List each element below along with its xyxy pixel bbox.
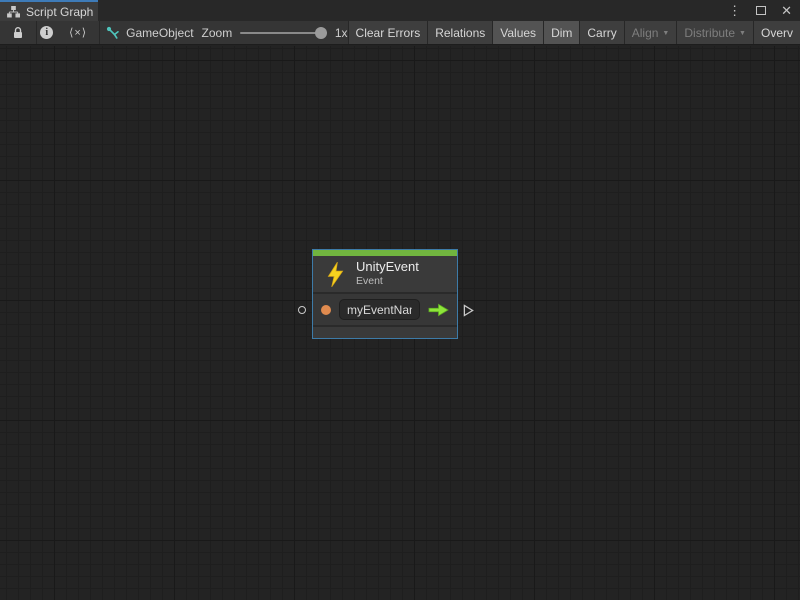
distribute-dropdown[interactable]: Distribute ▼ — [676, 21, 753, 44]
zoom-label: Zoom — [202, 26, 233, 40]
gameobject-icon — [106, 26, 120, 40]
align-dropdown[interactable]: Align ▼ — [624, 21, 677, 44]
trigger-output-port[interactable] — [463, 304, 474, 317]
tab-bar: Script Graph ⋮ ✕ — [0, 0, 800, 21]
info-icon: i — [40, 26, 53, 39]
string-input-port[interactable] — [321, 305, 331, 315]
tab-script-graph[interactable]: Script Graph — [0, 0, 98, 21]
maximize-icon[interactable] — [756, 6, 766, 15]
target-label: GameObject — [126, 26, 193, 40]
node-title: UnityEvent — [356, 260, 419, 275]
lightning-bolt-icon — [326, 262, 345, 287]
node-input-port[interactable] — [298, 306, 306, 314]
zoom-slider-handle[interactable] — [315, 27, 327, 39]
zoom-control: Zoom 1x — [194, 21, 348, 44]
event-name-field[interactable] — [339, 299, 420, 320]
target-gameobject[interactable]: GameObject — [100, 21, 193, 44]
lock-button[interactable] — [0, 21, 36, 44]
zoom-slider-track-line — [240, 32, 327, 34]
toolbar-buttons: Clear Errors Relations Values Dim Carry … — [348, 21, 800, 44]
node-footer — [313, 325, 457, 334]
info-button[interactable]: i — [37, 21, 57, 44]
clear-errors-button[interactable]: Clear Errors — [348, 21, 428, 44]
chevron-down-icon: ▼ — [662, 30, 669, 37]
node-subtitle: Event — [356, 275, 419, 288]
unity-event-node[interactable]: UnityEvent Event — [312, 249, 458, 339]
dim-toggle[interactable]: Dim — [543, 21, 579, 44]
values-toggle[interactable]: Values — [492, 21, 543, 44]
edit-variables-button[interactable]: ⟨×⟩ — [57, 21, 100, 44]
lock-icon — [11, 26, 25, 40]
zoom-value: 1x — [335, 26, 348, 40]
menu-icon[interactable]: ⋮ — [728, 4, 741, 17]
zoom-slider-track[interactable] — [240, 21, 327, 44]
relations-button[interactable]: Relations — [427, 21, 492, 44]
variables-icon: ⟨×⟩ — [69, 26, 87, 39]
close-icon[interactable]: ✕ — [781, 4, 792, 17]
window-controls: ⋮ ✕ — [728, 0, 792, 21]
chevron-down-icon: ▼ — [739, 30, 746, 37]
graph-toolbar: i ⟨×⟩ GameObject Zoom 1x Clear Errors — [0, 21, 800, 45]
tab-title: Script Graph — [26, 5, 93, 19]
graph-icon — [7, 6, 20, 18]
node-header[interactable]: UnityEvent Event — [313, 256, 457, 294]
graph-canvas[interactable]: UnityEvent Event — [0, 46, 800, 600]
node-titles: UnityEvent Event — [356, 260, 419, 288]
overview-button[interactable]: Overv — [753, 21, 800, 44]
trigger-arrow-icon[interactable] — [428, 303, 449, 317]
node-port-row — [313, 294, 457, 325]
carry-toggle[interactable]: Carry — [579, 21, 623, 44]
